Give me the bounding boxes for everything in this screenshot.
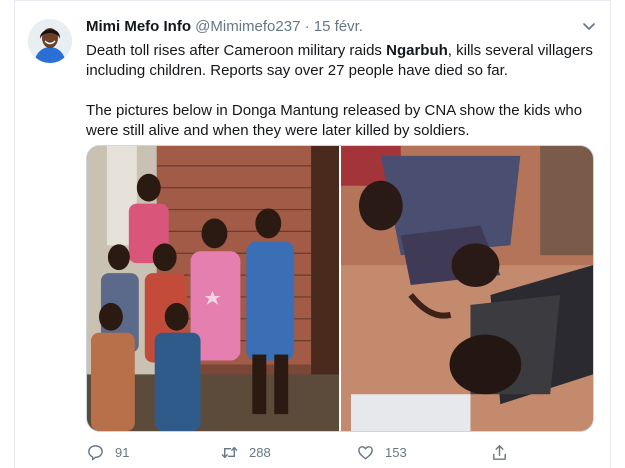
tweet-text-bold: Ngarbuh xyxy=(386,42,448,59)
tweet-header: Mimi Mefo Info @Mimimefo237 · 15 févr. xyxy=(86,17,363,37)
retweet-arrows-icon xyxy=(221,446,238,458)
reply-count: 91 xyxy=(115,444,130,460)
tweet-media[interactable] xyxy=(86,145,594,432)
like-button[interactable]: 153 xyxy=(356,440,407,464)
tweet-text: Death toll rises after Cameroon military… xyxy=(86,41,596,141)
tweet-paragraph-1: Death toll rises after Cameroon military… xyxy=(86,41,596,81)
speech-bubble-icon xyxy=(88,444,103,460)
retweet-count: 288 xyxy=(249,444,271,460)
share-upload-icon xyxy=(493,444,506,460)
author-display-name[interactable]: Mimi Mefo Info xyxy=(86,18,191,35)
header-separator: · xyxy=(304,18,310,35)
retweet-button[interactable]: 288 xyxy=(220,440,271,464)
reply-button[interactable]: 91 xyxy=(86,440,129,464)
tweet-paragraph-2: The pictures below in Donga Mantung rele… xyxy=(86,102,583,139)
photo-victims[interactable] xyxy=(341,146,593,431)
share-button[interactable] xyxy=(490,440,519,464)
author-avatar[interactable] xyxy=(28,19,72,63)
heart-icon xyxy=(358,445,373,459)
photo-children[interactable] xyxy=(87,146,339,431)
like-count: 153 xyxy=(385,444,407,460)
tweet-actions: 91 288 153 xyxy=(86,440,516,464)
tweet-text-part: Death toll rises after Cameroon military… xyxy=(86,42,387,59)
tweet-date[interactable]: 15 févr. xyxy=(314,18,363,35)
author-handle[interactable]: @Mimimefo237 xyxy=(195,18,300,35)
chevron-down-icon[interactable] xyxy=(579,16,599,36)
